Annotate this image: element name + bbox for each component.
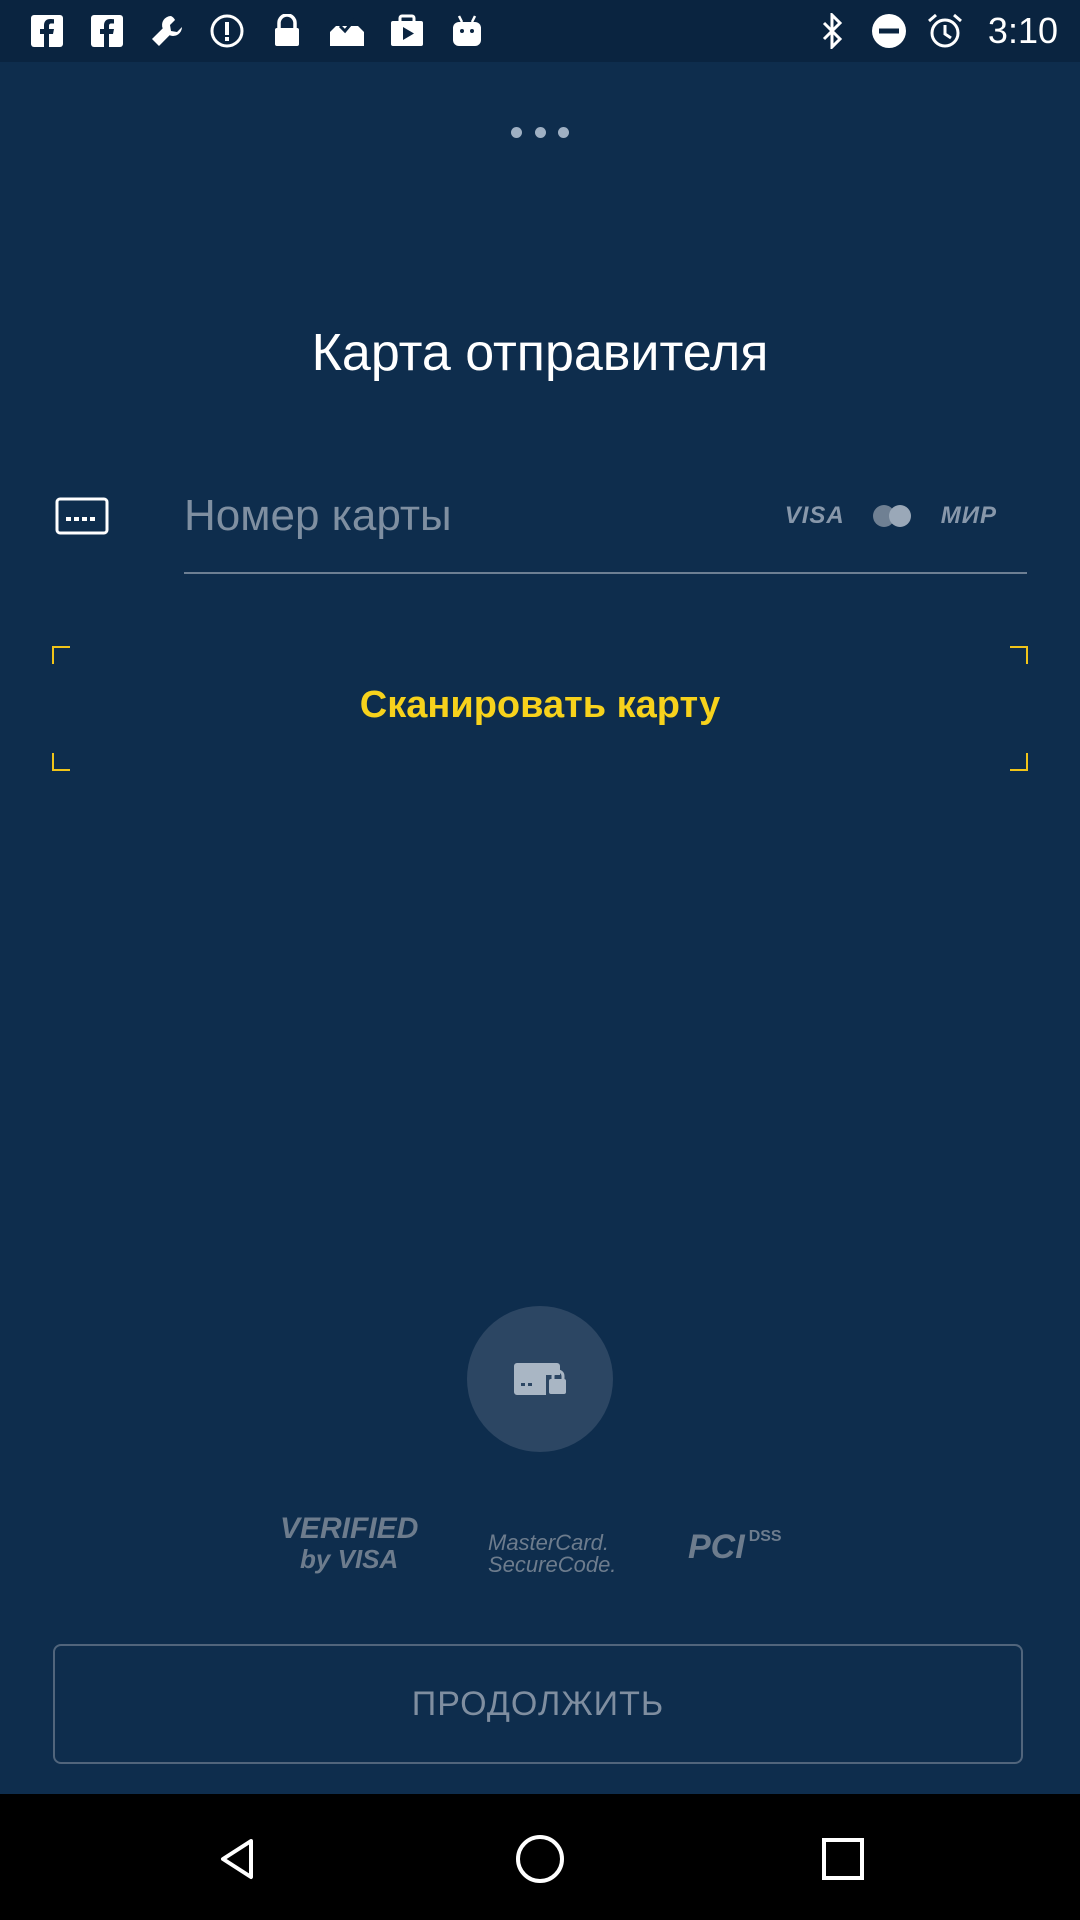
lock-icon [268,12,306,50]
dss-text: DSS [748,1528,782,1545]
wrench-icon [148,12,186,50]
inbox-check-icon [328,12,366,50]
mir-logo: МИР [940,502,997,529]
scan-card-button[interactable]: Сканировать карту [52,646,1028,771]
scan-frame-corner [1010,646,1028,664]
more-dots-icon[interactable] [511,124,569,140]
msc-line2: SecureCode. [488,1552,617,1577]
vbv-line1: VERIFIED [280,1512,419,1545]
security-logos: VERIFIED by VISA MasterCard. SecureCode.… [0,1510,1080,1580]
credit-card-icon [55,497,109,535]
card-brands: VISA МИР [785,502,997,530]
secure-card-icon [467,1306,613,1452]
back-icon[interactable] [202,1824,272,1894]
card-number-input[interactable] [184,476,764,556]
visa-logo: VISA [784,502,845,529]
scan-frame-corner [52,646,70,664]
alarm-icon [926,12,964,50]
dot [534,126,546,138]
verified-by-visa-logo: VERIFIED by VISA [280,1512,419,1575]
navigation-bar [0,1794,1080,1920]
do-not-disturb-icon [870,12,908,50]
dot [511,126,522,138]
pci-text: PCI [688,1528,745,1566]
scan-frame-corner [1010,753,1028,771]
card-number-field: VISA МИР [184,476,1027,574]
bluetooth-icon [814,12,852,50]
status-bar: 3:10 [0,0,1080,62]
facebook-icon [88,12,126,50]
recent-apps-icon[interactable] [808,1824,878,1894]
info-icon [208,12,246,50]
scan-card-label: Сканировать карту [359,684,721,726]
facebook-icon [28,12,66,50]
msc-line1: MasterCard. [488,1530,610,1555]
home-icon[interactable] [505,1824,575,1894]
android-icon [448,12,486,50]
mastercard-securecode-logo: MasterCard. SecureCode. [488,1532,616,1576]
status-right-icons: 3:10 [814,12,1058,50]
pci-dss-logo: PCI DSS [688,1528,782,1567]
dot [558,126,569,138]
mastercard-logo [872,505,913,527]
status-left-icons [28,12,486,50]
page-title: Карта отправителя [311,324,769,382]
play-store-icon [388,12,426,50]
scan-frame-corner [52,753,70,771]
vbv-line2: by VISA [300,1544,399,1574]
continue-button[interactable]: ПРОДОЛЖИТЬ [53,1644,1023,1764]
status-time: 3:10 [987,10,1058,51]
